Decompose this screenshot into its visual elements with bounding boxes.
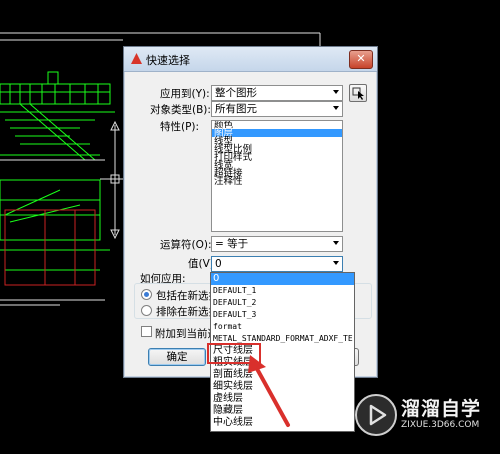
properties-listbox[interactable]: 颜色 图层 线型 线型比例 打印样式 线宽 超链接 注释性 — [211, 120, 343, 232]
cad-leaders — [100, 120, 123, 240]
play-logo-icon — [355, 394, 397, 436]
apply-to-label: 应用到(Y): — [160, 88, 210, 100]
close-icon: ✕ — [356, 52, 366, 65]
exclude-radio[interactable] — [141, 305, 152, 316]
value-option[interactable]: DEFAULT_3 — [211, 309, 354, 321]
object-type-value: 所有图元 — [215, 103, 257, 115]
dialog-titlebar[interactable]: 快速选择 ✕ — [124, 47, 377, 72]
drawing-frame — [0, 32, 321, 46]
chevron-down-icon — [333, 106, 339, 110]
object-type-label: 对象类型(B): — [150, 104, 211, 116]
value-option[interactable]: DEFAULT_1 — [211, 285, 354, 297]
append-checkbox[interactable] — [141, 326, 152, 337]
operator-select[interactable]: = 等于 — [211, 236, 343, 252]
value-option-selected[interactable]: 0 — [211, 273, 354, 285]
chevron-down-icon — [333, 241, 339, 245]
watermark-brand: 溜溜自学 — [401, 398, 482, 420]
properties-label: 特性(P): — [160, 121, 200, 133]
cad-dimension-lines — [0, 159, 105, 306]
cad-geometry-red — [4, 209, 96, 286]
cad-geometry-lower — [0, 179, 110, 271]
value-select[interactable]: 0 — [211, 256, 343, 272]
apply-to-value: 整个图形 — [215, 87, 257, 99]
chevron-down-icon — [333, 90, 339, 94]
close-button[interactable]: ✕ — [349, 50, 373, 69]
ok-label: 确定 — [166, 351, 188, 363]
object-type-select[interactable]: 所有图元 — [211, 101, 343, 117]
annotation-arrow — [248, 355, 290, 427]
operator-value: = 等于 — [215, 238, 249, 250]
operator-label: 运算符(O): — [160, 239, 212, 251]
select-objects-button[interactable] — [349, 84, 367, 102]
property-item[interactable]: 注释性 — [212, 177, 342, 187]
cad-geometry-upper — [0, 71, 115, 161]
include-radio[interactable] — [141, 289, 152, 300]
value-option[interactable]: format — [211, 321, 354, 333]
ok-button[interactable]: 确定 — [148, 348, 206, 366]
chevron-down-icon — [333, 261, 339, 265]
value-current: 0 — [215, 258, 222, 270]
dialog-title: 快速选择 — [146, 54, 190, 67]
autocad-app-icon — [131, 53, 142, 64]
cursor-select-icon — [352, 87, 364, 100]
value-option[interactable]: DEFAULT_2 — [211, 297, 354, 309]
watermark-url: ZIXUE.3D66.COM — [401, 420, 480, 430]
apply-to-select[interactable]: 整个图形 — [211, 85, 343, 101]
watermark: 溜溜自学 ZIXUE.3D66.COM — [355, 392, 500, 438]
